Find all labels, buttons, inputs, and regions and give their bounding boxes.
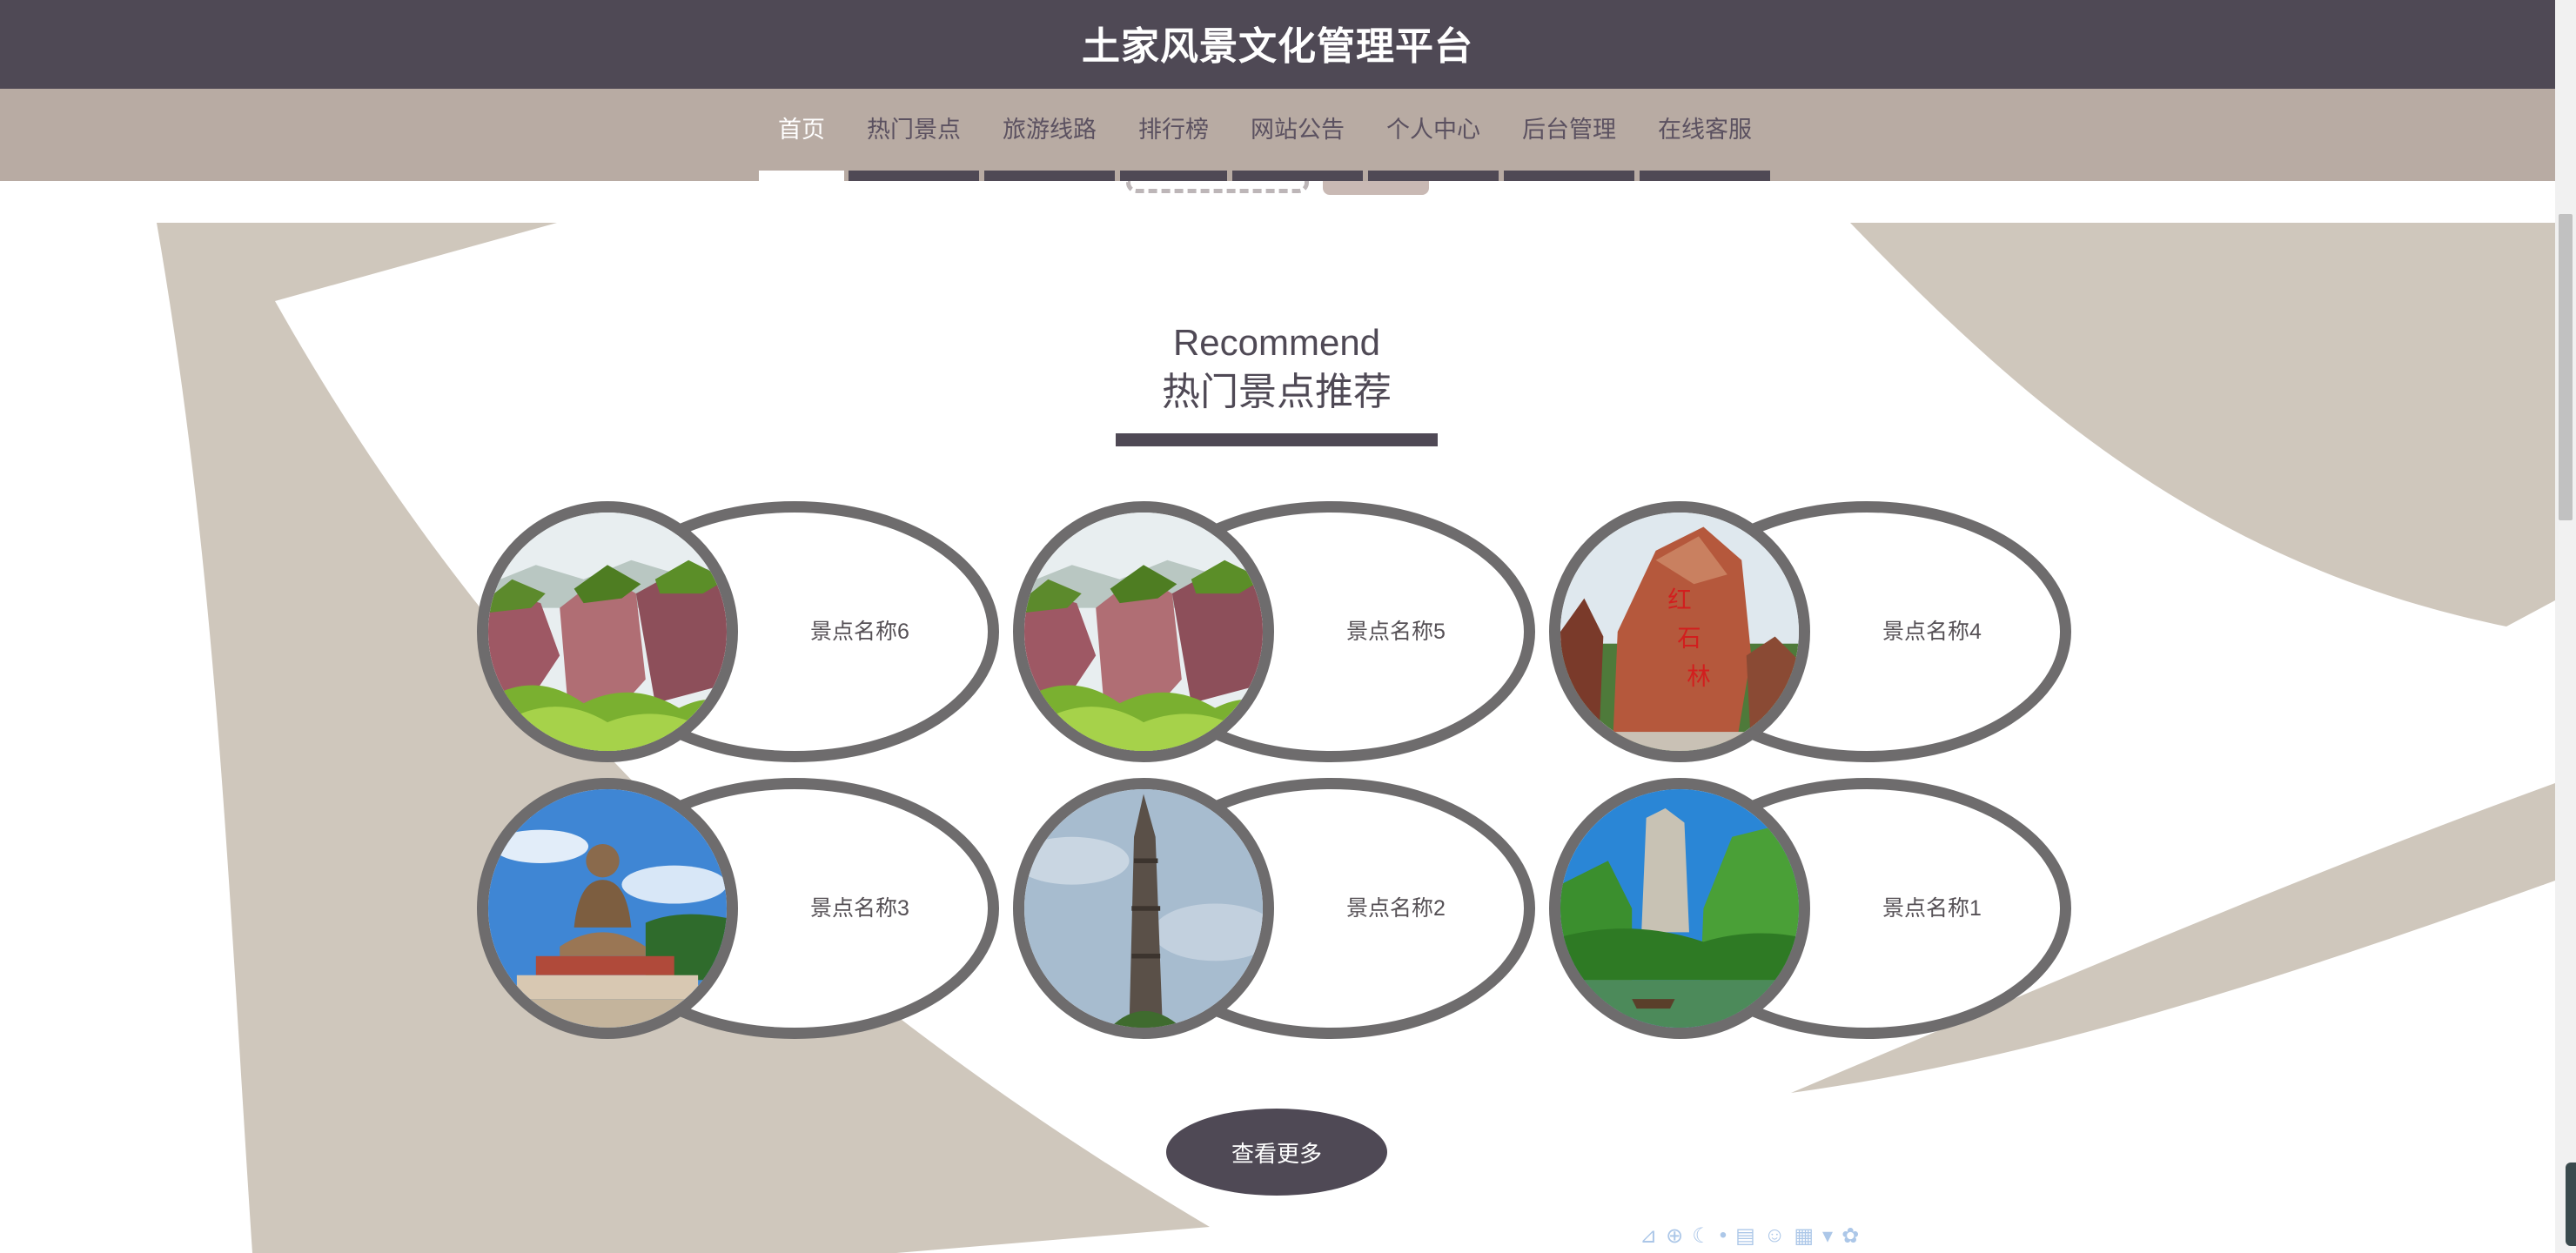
keyboard-icon[interactable]: ▤ bbox=[1735, 1223, 1755, 1249]
nav-item-customer-service[interactable]: 在线客服 bbox=[1637, 89, 1773, 181]
main-nav: 首页 热门景点 旅游线路 排行榜 网站公告 个人中心 后台管理 在线客服 bbox=[0, 89, 2555, 181]
settings-icon[interactable]: ✿ bbox=[1841, 1223, 1859, 1249]
site-header: 土家风景文化管理平台 bbox=[0, 0, 2555, 89]
grid-icon[interactable]: ▦ bbox=[1794, 1223, 1814, 1249]
spot-name[interactable]: 景点名称1 bbox=[1845, 891, 2019, 922]
ime-mode-icon[interactable]: ⊕ bbox=[1666, 1223, 1683, 1249]
nav-item-ranking[interactable]: 排行榜 bbox=[1117, 89, 1230, 181]
spot-name[interactable]: 景点名称4 bbox=[1845, 614, 2019, 646]
ime-toolbar[interactable]: ⊿ ⊕ ☾ • ▤ ☺ ▦ ▾ ✿ bbox=[1640, 1222, 1859, 1250]
section-title-cn: 热门景点推荐 bbox=[1162, 371, 1392, 413]
ime-logo-icon[interactable]: ⊿ bbox=[1640, 1223, 1657, 1249]
nav-item-home[interactable]: 首页 bbox=[757, 89, 846, 181]
nav-item-admin[interactable]: 后台管理 bbox=[1501, 89, 1637, 181]
site-title: 土家风景文化管理平台 bbox=[1082, 25, 1473, 68]
nav-item-announcements[interactable]: 网站公告 bbox=[1230, 89, 1365, 181]
spot-thumbnail[interactable] bbox=[1013, 501, 1274, 762]
svg-text:红: 红 bbox=[1667, 587, 1691, 614]
edge-side-widget[interactable] bbox=[2566, 1163, 2576, 1246]
spot-thumbnail[interactable] bbox=[1549, 778, 1810, 1039]
giant-buddha-statue-image bbox=[488, 789, 727, 1028]
spot-card[interactable]: 景点名称2 bbox=[1013, 778, 1535, 1039]
spot-name[interactable]: 景点名称5 bbox=[1309, 614, 1483, 646]
karst-peak-lake-image bbox=[1560, 789, 1799, 1028]
spot-card[interactable]: 红 石 林 景点名称4 bbox=[1549, 501, 2071, 762]
nav-item-hot-spots[interactable]: 热门景点 bbox=[846, 89, 982, 181]
spot-card[interactable]: 景点名称1 bbox=[1549, 778, 2071, 1039]
nav-list: 首页 热门景点 旅游线路 排行榜 网站公告 个人中心 后台管理 在线客服 bbox=[757, 89, 1773, 181]
stone-pillar-image bbox=[1024, 789, 1263, 1028]
section-underline bbox=[1116, 433, 1438, 446]
spot-thumbnail[interactable]: 红 石 林 bbox=[1549, 501, 1810, 762]
inscribed-red-rock-image: 红 石 林 bbox=[1560, 513, 1799, 751]
red-cliff-mountain-image bbox=[488, 513, 727, 751]
svg-text:石: 石 bbox=[1677, 625, 1701, 652]
page-scrollbar-thumb[interactable] bbox=[2559, 214, 2573, 520]
svg-text:林: 林 bbox=[1687, 663, 1710, 690]
view-more-button[interactable]: 查看更多 bbox=[1166, 1109, 1387, 1196]
spot-thumbnail[interactable] bbox=[1013, 778, 1274, 1039]
page-scrollbar-track[interactable] bbox=[2555, 0, 2576, 1253]
nav-item-routes[interactable]: 旅游线路 bbox=[982, 89, 1117, 181]
spot-name[interactable]: 景点名称2 bbox=[1309, 891, 1483, 922]
spot-card[interactable]: 景点名称3 bbox=[477, 778, 999, 1039]
spot-name[interactable]: 景点名称6 bbox=[773, 614, 947, 646]
red-cliff-mountain-image bbox=[1024, 513, 1263, 751]
moon-icon[interactable]: ☾ bbox=[1692, 1223, 1711, 1249]
punctuation-icon[interactable]: • bbox=[1720, 1223, 1727, 1248]
emoji-icon[interactable]: ☺ bbox=[1764, 1223, 1786, 1248]
section-heading: Recommend 热门景点推荐 bbox=[1027, 318, 1526, 446]
skin-icon[interactable]: ▾ bbox=[1822, 1223, 1833, 1249]
spot-thumbnail[interactable] bbox=[477, 501, 738, 762]
spot-card[interactable]: 景点名称6 bbox=[477, 501, 999, 762]
spot-thumbnail[interactable] bbox=[477, 778, 738, 1039]
section-title-en: Recommend bbox=[1172, 322, 1381, 363]
spot-name[interactable]: 景点名称3 bbox=[773, 891, 947, 922]
nav-item-personal-center[interactable]: 个人中心 bbox=[1365, 89, 1501, 181]
spot-card[interactable]: 景点名称5 bbox=[1013, 501, 1535, 762]
